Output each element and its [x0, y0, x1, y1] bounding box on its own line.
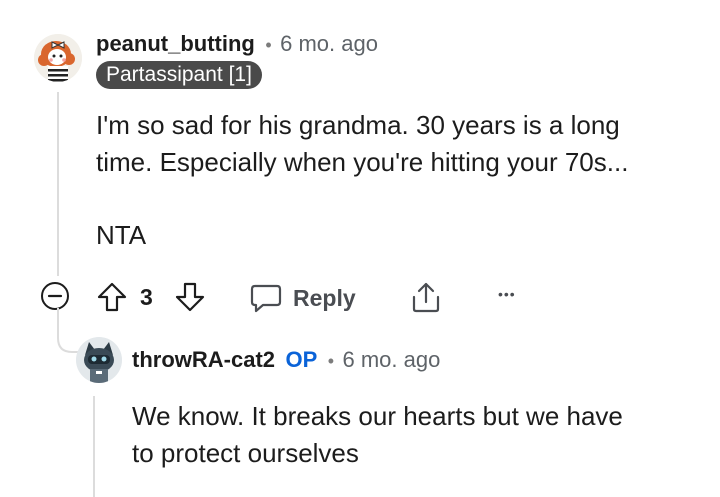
share-button[interactable]: [410, 280, 442, 314]
reply-header: throwRA-cat2 OP • 6 mo. ago: [132, 347, 440, 373]
more-options-button[interactable]: •••: [498, 286, 516, 302]
user-avatar-icon: [34, 34, 82, 82]
flair-label: Partassipant [1]: [96, 61, 262, 89]
ellipsis-icon: •••: [498, 286, 516, 302]
thread-line: [57, 92, 59, 276]
reply-line: to protect ourselves: [132, 438, 359, 468]
separator-dot: •: [327, 351, 335, 371]
downvote-arrow-icon: [175, 282, 205, 312]
reply-line: We know. It breaks our hearts but we hav…: [132, 401, 623, 431]
comment-line: I'm so sad for his grandma. 30 years is …: [96, 110, 620, 140]
reply-label: Reply: [293, 284, 356, 311]
downvote-button[interactable]: [174, 281, 206, 313]
vote-count: 3: [140, 284, 153, 310]
timestamp: 6 mo. ago: [342, 347, 441, 372]
collapse-button[interactable]: [40, 281, 70, 311]
separator-dot: •: [265, 35, 272, 55]
comment-body: I'm so sad for his grandma. 30 years is …: [96, 107, 706, 254]
reply-body: We know. It breaks our hearts but we hav…: [132, 398, 702, 472]
thread-line: [93, 396, 95, 497]
reply-button[interactable]: Reply: [249, 281, 356, 315]
user-avatar-icon: [76, 337, 122, 383]
comment-bubble-icon: [250, 284, 282, 313]
op-badge: OP: [285, 347, 318, 372]
author-name[interactable]: peanut_butting: [96, 31, 255, 56]
author-name[interactable]: throwRA-cat2: [132, 347, 275, 372]
minus-circle-icon: [41, 282, 69, 310]
comment-line: NTA: [96, 220, 147, 250]
comment-header: peanut_butting • 6 mo. ago: [96, 31, 378, 57]
user-flair: Partassipant [1]: [96, 61, 262, 89]
share-icon: [412, 282, 440, 313]
comment-line: time. Especially when you're hitting you…: [96, 147, 629, 177]
avatar[interactable]: [34, 34, 82, 82]
timestamp: 6 mo. ago: [280, 31, 378, 56]
avatar[interactable]: [76, 337, 122, 383]
